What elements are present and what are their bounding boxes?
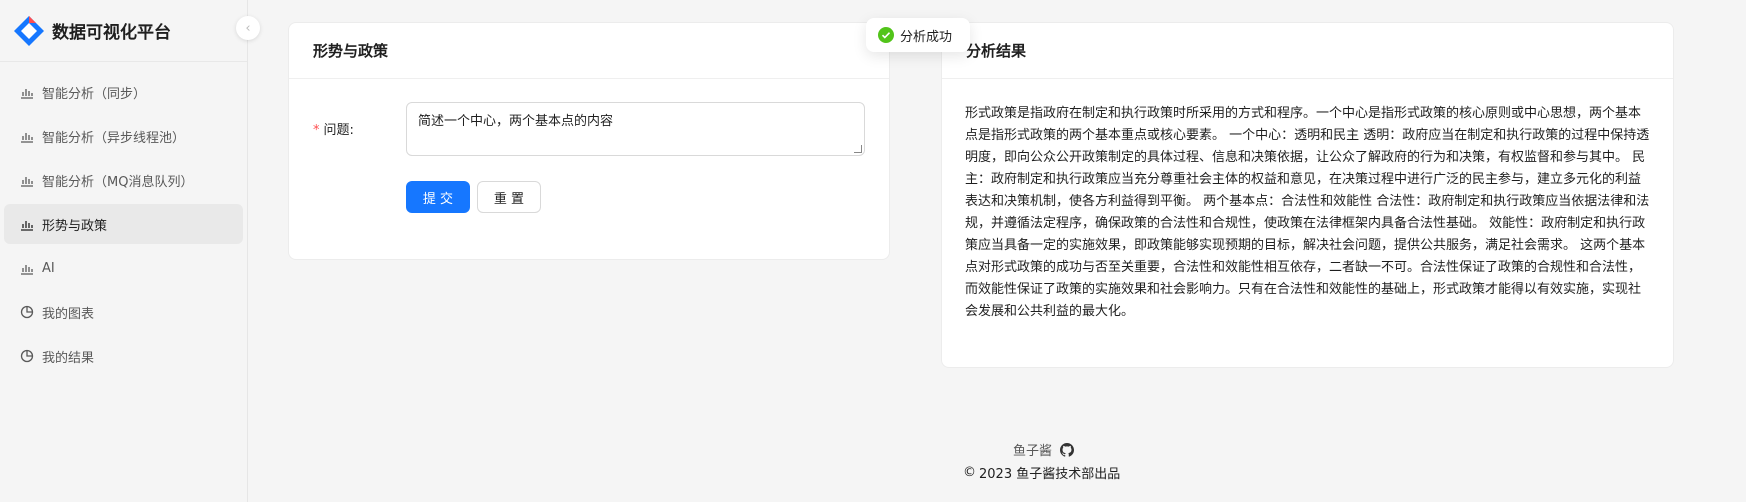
pie-chart-icon — [20, 305, 34, 319]
bar-chart-icon — [21, 89, 33, 99]
sidebar-item-label: 智能分析（异步线程池） — [42, 130, 186, 146]
question-card: 形势与政策 * 问题: 简述一个中心，两个基本点的内容 提 交 重 置 — [288, 22, 890, 260]
result-text: 形式政策是指政府在制定和执行政策时所采用的方式和程序。一个中心是指形式政策的核心… — [965, 106, 1650, 319]
sidebar-item-label: 智能分析（同步） — [42, 86, 147, 102]
brand[interactable]: 数据可视化平台 — [0, 0, 247, 62]
sidebar-item-my-results[interactable]: 我的结果 — [4, 336, 243, 376]
required-mark: * — [313, 123, 320, 138]
submit-button[interactable]: 提 交 — [406, 181, 470, 213]
question-label: * 问题: — [313, 123, 354, 138]
resize-handle-icon[interactable] — [854, 145, 862, 153]
sidebar: 数据可视化平台 智能分析（同步） 智能分析（异步线程池） 智能分析（MQ消息队列… — [0, 0, 248, 502]
sidebar-item-analysis-async[interactable]: 智能分析（异步线程池） — [4, 116, 243, 156]
question-textarea[interactable]: 简述一个中心，两个基本点的内容 — [406, 102, 865, 156]
logo-icon — [14, 15, 44, 46]
sidebar-item-ai[interactable]: AI — [4, 248, 243, 288]
question-value: 简述一个中心，两个基本点的内容 — [418, 114, 614, 129]
sidebar-item-analysis-sync[interactable]: 智能分析（同步） — [4, 72, 243, 112]
sidebar-collapse-button[interactable]: ‹ — [236, 16, 260, 40]
github-icon[interactable] — [1060, 442, 1075, 457]
app-title: 数据可视化平台 — [52, 23, 171, 43]
result-card-title: 分析结果 — [942, 23, 1673, 79]
bar-chart-icon — [21, 133, 33, 143]
reset-button[interactable]: 重 置 — [477, 181, 541, 213]
footer-copyright: © 2023 鱼子酱技术部出品 — [963, 463, 1120, 482]
result-card: 分析结果 形式政策是指政府在制定和执行政策时所采用的方式和程序。一个中心是指形式… — [941, 22, 1674, 368]
question-form-row: * 问题: — [313, 109, 395, 138]
sidebar-item-situation-policy[interactable]: 形势与政策 — [4, 204, 243, 244]
check-circle-icon — [878, 27, 894, 43]
sidebar-item-analysis-mq[interactable]: 智能分析（MQ消息队列） — [4, 160, 243, 200]
sidebar-menu: 智能分析（同步） 智能分析（异步线程池） 智能分析（MQ消息队列） 形势与政策 … — [0, 72, 247, 376]
toast-text: 分析成功 — [900, 29, 953, 45]
bar-chart-icon — [21, 265, 33, 275]
copyright-icon: © — [963, 465, 976, 480]
footer-copyright-text: 2023 鱼子酱技术部出品 — [979, 467, 1121, 482]
sidebar-item-label: 我的结果 — [42, 350, 95, 366]
question-card-title: 形势与政策 — [289, 23, 889, 79]
chevron-left-icon: ‹ — [245, 20, 251, 36]
sidebar-item-label: 形势与政策 — [42, 218, 108, 234]
footer-author: 鱼子酱 — [1013, 440, 1075, 459]
sidebar-item-my-charts[interactable]: 我的图表 — [4, 292, 243, 332]
footer-author-name: 鱼子酱 — [1013, 444, 1053, 459]
bar-chart-icon — [21, 177, 33, 187]
success-toast: 分析成功 — [866, 18, 970, 52]
pie-chart-icon — [20, 349, 34, 363]
bar-chart-icon — [21, 221, 33, 231]
sidebar-item-label: 我的图表 — [42, 306, 95, 322]
sidebar-item-label: AI — [42, 260, 55, 276]
sidebar-item-label: 智能分析（MQ消息队列） — [42, 174, 194, 190]
